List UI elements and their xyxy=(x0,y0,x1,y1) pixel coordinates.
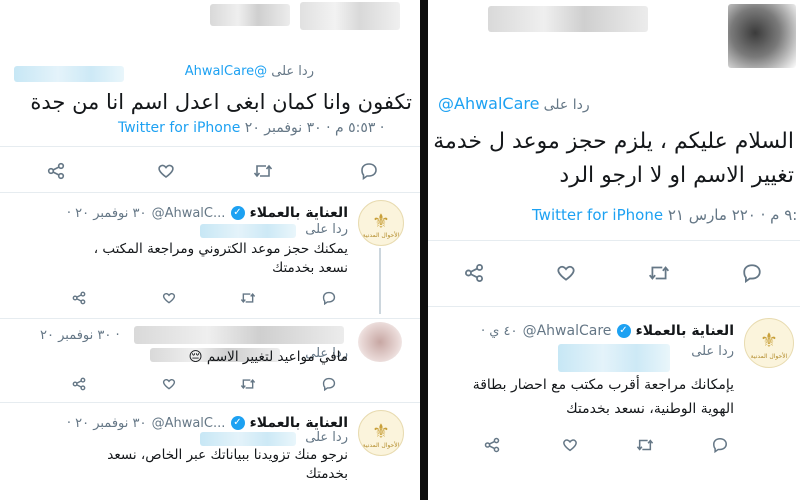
redacted-avatar xyxy=(358,322,402,362)
reply-icon[interactable] xyxy=(322,291,336,305)
ahwal-avatar[interactable]: ⚜ الأحوال المدنية xyxy=(358,200,404,246)
retweet-icon[interactable] xyxy=(240,377,256,391)
share-icon[interactable] xyxy=(464,263,484,283)
reply-header: · ٣٠ نوفمبر ٢٠ @AhwalC... ✓ العناية بالع… xyxy=(66,415,348,431)
panel-divider xyxy=(420,0,428,500)
divider xyxy=(0,318,420,319)
tweet-source-link[interactable]: Twitter for iPhone xyxy=(118,120,240,136)
author-name[interactable]: العناية بالعملاء xyxy=(250,205,348,221)
redacted-handle xyxy=(558,344,670,372)
reply-icon[interactable] xyxy=(712,437,728,453)
divider xyxy=(0,146,420,147)
reply-icon[interactable] xyxy=(360,162,378,180)
redacted-name xyxy=(488,6,648,32)
reply-text-line: الهوية الوطنية، نسعد بخدمتك xyxy=(566,401,734,417)
verified-badge-icon: ✓ xyxy=(230,205,245,220)
left-screenshot-panel: ردا على @AhwalCare تكفون وانا كمان ابغى … xyxy=(0,0,420,500)
divider xyxy=(0,192,420,193)
retweet-icon[interactable] xyxy=(648,263,670,283)
reply-date: · ٣٠ نوفمبر ٢٠ xyxy=(40,328,120,343)
heart-icon[interactable] xyxy=(556,263,576,283)
heart-icon[interactable] xyxy=(162,377,176,391)
reply-header: · ٤٠ ي @AhwalCare ✓ العناية بالعملاء xyxy=(480,323,734,339)
ahwal-avatar[interactable]: ⚜ الأحوال المدنية xyxy=(358,410,404,456)
heart-icon[interactable] xyxy=(562,437,578,453)
redacted-name xyxy=(210,4,290,26)
tweet-meta: Twitter for iPhone ٩:٠٥ م · ٢٢٠ مارس ٢١ … xyxy=(532,206,800,224)
reply-text-line: نسعد بخدمتك xyxy=(272,260,348,276)
reply-text-line: بخدمتك xyxy=(305,466,348,482)
redacted-avatar xyxy=(728,4,796,68)
divider xyxy=(428,240,800,241)
redacted-handle xyxy=(14,66,124,82)
heart-icon[interactable] xyxy=(162,291,176,305)
ahwal-avatar[interactable]: ⚜ الأحوال المدنية xyxy=(744,318,794,368)
redacted-avatar xyxy=(300,2,400,30)
verified-badge-icon: ✓ xyxy=(230,415,245,430)
tweet-text-line: تغيير الاسم او لا ارجو الرد xyxy=(559,163,794,188)
share-icon[interactable] xyxy=(72,377,86,391)
author-name[interactable]: العناية بالعملاء xyxy=(636,323,734,339)
tweet-text: تكفون وانا كمان ابغى اعدل اسم انا من جدة xyxy=(30,90,412,114)
share-icon[interactable] xyxy=(484,437,500,453)
tweet-timestamp: ٥:٥٣ م · ٣٠ نوفمبر ٢٠ · xyxy=(244,120,385,136)
thread-line xyxy=(379,248,381,314)
reply-icon[interactable] xyxy=(742,263,762,283)
tweet-timestamp: ٩:٠٥ م · ٢٢٠ مارس ٢١ · xyxy=(667,206,800,224)
reply-handle-link[interactable]: @AhwalCare xyxy=(438,94,539,113)
reply-context: @AhwalCare ردا على xyxy=(438,94,590,113)
tweet-text-line: السلام عليكم ، يلزم حجز موعد ل خدمة xyxy=(433,129,794,154)
reply-context: ردا على xyxy=(305,430,348,445)
author-name[interactable]: العناية بالعملاء xyxy=(250,415,348,431)
reply-text-line: يإمكانك مراجعة أقرب مكتب مع احضار بطاقة xyxy=(472,377,734,393)
tweet-source-link[interactable]: Twitter for iPhone xyxy=(532,206,663,224)
redacted-handle xyxy=(200,224,296,238)
share-icon[interactable] xyxy=(72,291,86,305)
heart-icon[interactable] xyxy=(157,162,175,180)
right-screenshot-panel: @AhwalCare ردا على السلام عليكم ، يلزم ح… xyxy=(428,0,800,500)
reply-text-line: نرجو منك تزويدنا ببياناتك عبر الخاص، نسع… xyxy=(107,447,348,463)
reply-header: · ٣٠ نوفمبر ٢٠ @AhwalC... ✓ العناية بالع… xyxy=(66,205,348,221)
share-icon[interactable] xyxy=(47,162,65,180)
reply-text-line: مافي مواعيد لتغيير الاسم 😔 xyxy=(188,349,348,365)
divider xyxy=(0,402,420,403)
reply-handle-link[interactable]: @AhwalCare xyxy=(185,64,267,79)
retweet-icon[interactable] xyxy=(240,291,256,305)
redacted-handle xyxy=(200,432,296,446)
reply-context: ردا على xyxy=(305,222,348,237)
verified-badge-icon: ✓ xyxy=(616,323,631,338)
retweet-icon[interactable] xyxy=(253,162,273,180)
retweet-icon[interactable] xyxy=(636,437,654,453)
redacted-name xyxy=(134,326,344,344)
reply-text-line: يمكنك حجز موعد الكتروني ومراجعة المكتب ، xyxy=(93,241,348,257)
tweet-meta: Twitter for iPhone ٥:٥٣ م · ٣٠ نوفمبر ٢٠… xyxy=(118,120,384,136)
divider xyxy=(428,306,800,307)
reply-icon[interactable] xyxy=(322,377,336,391)
